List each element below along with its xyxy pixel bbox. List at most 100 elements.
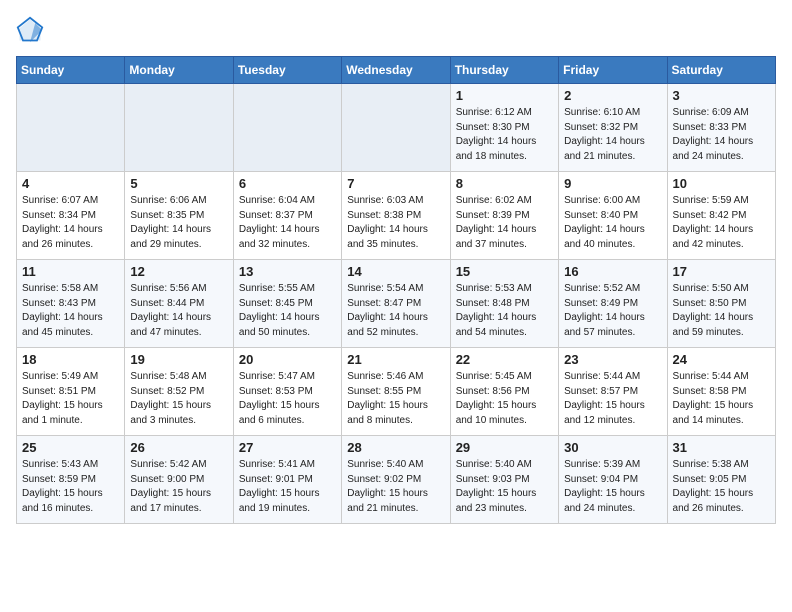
day-number: 26 [130, 440, 227, 455]
day-number: 24 [673, 352, 770, 367]
day-number: 21 [347, 352, 444, 367]
day-of-week-header: Thursday [450, 57, 558, 84]
day-number: 4 [22, 176, 119, 191]
day-detail: Sunrise: 5:54 AM Sunset: 8:47 PM Dayligh… [347, 282, 444, 340]
day-detail: Sunrise: 5:52 AM Sunset: 8:49 PM Dayligh… [564, 282, 661, 340]
day-number: 15 [456, 264, 553, 279]
calendar-cell: 10 Sunrise: 5:59 AM Sunset: 8:42 PM Dayli… [667, 172, 775, 260]
day-number: 23 [564, 352, 661, 367]
day-number: 8 [456, 176, 553, 191]
day-detail: Sunrise: 5:47 AM Sunset: 8:53 PM Dayligh… [239, 370, 336, 428]
day-number: 20 [239, 352, 336, 367]
calendar-cell: 30 Sunrise: 5:39 AM Sunset: 9:04 PM Dayli… [559, 436, 667, 524]
calendar-cell: 21 Sunrise: 5:46 AM Sunset: 8:55 PM Dayli… [342, 348, 450, 436]
day-detail: Sunrise: 6:10 AM Sunset: 8:32 PM Dayligh… [564, 106, 661, 164]
calendar-cell: 31 Sunrise: 5:38 AM Sunset: 9:05 PM Dayli… [667, 436, 775, 524]
day-detail: Sunrise: 5:43 AM Sunset: 8:59 PM Dayligh… [22, 458, 119, 516]
calendar-cell: 3Sunrise: 6:09 AM Sunset: 8:33 PM Daylig… [667, 84, 775, 172]
calendar-cell: 23 Sunrise: 5:44 AM Sunset: 8:57 PM Dayli… [559, 348, 667, 436]
day-detail: Sunrise: 5:49 AM Sunset: 8:51 PM Dayligh… [22, 370, 119, 428]
calendar-cell: 4Sunrise: 6:07 AM Sunset: 8:34 PM Daylig… [17, 172, 125, 260]
day-of-week-header: Saturday [667, 57, 775, 84]
calendar-cell: 28 Sunrise: 5:40 AM Sunset: 9:02 PM Dayli… [342, 436, 450, 524]
day-detail: Sunrise: 6:03 AM Sunset: 8:38 PM Dayligh… [347, 194, 444, 252]
day-of-week-header: Sunday [17, 57, 125, 84]
calendar-cell: 6 Sunrise: 6:04 AM Sunset: 8:37 PM Daylig… [233, 172, 341, 260]
calendar-cell [233, 84, 341, 172]
day-detail: Sunrise: 5:50 AM Sunset: 8:50 PM Dayligh… [673, 282, 770, 340]
day-of-week-header: Wednesday [342, 57, 450, 84]
calendar-cell: 24 Sunrise: 5:44 AM Sunset: 8:58 PM Dayli… [667, 348, 775, 436]
day-number: 19 [130, 352, 227, 367]
day-number: 27 [239, 440, 336, 455]
calendar-cell: 15 Sunrise: 5:53 AM Sunset: 8:48 PM Dayli… [450, 260, 558, 348]
day-number: 9 [564, 176, 661, 191]
day-of-week-header: Tuesday [233, 57, 341, 84]
day-number: 18 [22, 352, 119, 367]
calendar-cell: 20 Sunrise: 5:47 AM Sunset: 8:53 PM Dayli… [233, 348, 341, 436]
calendar-cell: 8 Sunrise: 6:02 AM Sunset: 8:39 PM Daylig… [450, 172, 558, 260]
day-detail: Sunrise: 6:00 AM Sunset: 8:40 PM Dayligh… [564, 194, 661, 252]
day-of-week-header: Friday [559, 57, 667, 84]
calendar-cell [17, 84, 125, 172]
day-detail: Sunrise: 5:55 AM Sunset: 8:45 PM Dayligh… [239, 282, 336, 340]
day-number: 16 [564, 264, 661, 279]
day-detail: Sunrise: 5:44 AM Sunset: 8:58 PM Dayligh… [673, 370, 770, 428]
day-number: 28 [347, 440, 444, 455]
calendar-cell: 9 Sunrise: 6:00 AM Sunset: 8:40 PM Daylig… [559, 172, 667, 260]
calendar-cell: 5 Sunrise: 6:06 AM Sunset: 8:35 PM Daylig… [125, 172, 233, 260]
day-detail: Sunrise: 5:44 AM Sunset: 8:57 PM Dayligh… [564, 370, 661, 428]
day-number: 22 [456, 352, 553, 367]
calendar-cell: 11 Sunrise: 5:58 AM Sunset: 8:43 PM Dayli… [17, 260, 125, 348]
calendar-cell [125, 84, 233, 172]
page-header [16, 16, 776, 44]
calendar-cell: 13Sunrise: 5:55 AM Sunset: 8:45 PM Dayli… [233, 260, 341, 348]
calendar-cell: 16 Sunrise: 5:52 AM Sunset: 8:49 PM Dayli… [559, 260, 667, 348]
calendar-cell: 25 Sunrise: 5:43 AM Sunset: 8:59 PM Dayli… [17, 436, 125, 524]
day-number: 31 [673, 440, 770, 455]
day-detail: Sunrise: 5:40 AM Sunset: 9:03 PM Dayligh… [456, 458, 553, 516]
day-detail: Sunrise: 5:58 AM Sunset: 8:43 PM Dayligh… [22, 282, 119, 340]
day-number: 12 [130, 264, 227, 279]
day-number: 7 [347, 176, 444, 191]
calendar-cell: 14 Sunrise: 5:54 AM Sunset: 8:47 PM Dayli… [342, 260, 450, 348]
calendar-cell: 1 Sunrise: 6:12 AM Sunset: 8:30 PM Daylig… [450, 84, 558, 172]
calendar-cell: 26 Sunrise: 5:42 AM Sunset: 9:00 PM Dayli… [125, 436, 233, 524]
day-detail: Sunrise: 6:04 AM Sunset: 8:37 PM Dayligh… [239, 194, 336, 252]
calendar-cell: 29 Sunrise: 5:40 AM Sunset: 9:03 PM Dayli… [450, 436, 558, 524]
day-number: 10 [673, 176, 770, 191]
day-detail: Sunrise: 5:45 AM Sunset: 8:56 PM Dayligh… [456, 370, 553, 428]
day-detail: Sunrise: 5:59 AM Sunset: 8:42 PM Dayligh… [673, 194, 770, 252]
day-detail: Sunrise: 6:06 AM Sunset: 8:35 PM Dayligh… [130, 194, 227, 252]
day-detail: Sunrise: 5:40 AM Sunset: 9:02 PM Dayligh… [347, 458, 444, 516]
day-number: 25 [22, 440, 119, 455]
day-detail: Sunrise: 5:42 AM Sunset: 9:00 PM Dayligh… [130, 458, 227, 516]
calendar-cell: 19 Sunrise: 5:48 AM Sunset: 8:52 PM Dayli… [125, 348, 233, 436]
day-number: 14 [347, 264, 444, 279]
calendar-cell: 22 Sunrise: 5:45 AM Sunset: 8:56 PM Dayli… [450, 348, 558, 436]
calendar-cell: 27Sunrise: 5:41 AM Sunset: 9:01 PM Dayli… [233, 436, 341, 524]
calendar-cell: 18 Sunrise: 5:49 AM Sunset: 8:51 PM Dayli… [17, 348, 125, 436]
day-detail: Sunrise: 6:02 AM Sunset: 8:39 PM Dayligh… [456, 194, 553, 252]
day-detail: Sunrise: 5:38 AM Sunset: 9:05 PM Dayligh… [673, 458, 770, 516]
day-detail: Sunrise: 6:12 AM Sunset: 8:30 PM Dayligh… [456, 106, 553, 164]
day-detail: Sunrise: 5:53 AM Sunset: 8:48 PM Dayligh… [456, 282, 553, 340]
calendar-cell: 12 Sunrise: 5:56 AM Sunset: 8:44 PM Dayli… [125, 260, 233, 348]
logo-icon [16, 16, 44, 44]
day-number: 2 [564, 88, 661, 103]
day-number: 5 [130, 176, 227, 191]
calendar-cell: 7 Sunrise: 6:03 AM Sunset: 8:38 PM Daylig… [342, 172, 450, 260]
day-of-week-header: Monday [125, 57, 233, 84]
day-number: 6 [239, 176, 336, 191]
day-detail: Sunrise: 5:46 AM Sunset: 8:55 PM Dayligh… [347, 370, 444, 428]
day-number: 29 [456, 440, 553, 455]
calendar-cell [342, 84, 450, 172]
day-detail: Sunrise: 5:48 AM Sunset: 8:52 PM Dayligh… [130, 370, 227, 428]
day-detail: Sunrise: 6:09 AM Sunset: 8:33 PM Dayligh… [673, 106, 770, 164]
day-number: 11 [22, 264, 119, 279]
day-number: 1 [456, 88, 553, 103]
day-detail: Sunrise: 5:56 AM Sunset: 8:44 PM Dayligh… [130, 282, 227, 340]
day-detail: Sunrise: 5:39 AM Sunset: 9:04 PM Dayligh… [564, 458, 661, 516]
day-number: 30 [564, 440, 661, 455]
logo [16, 16, 48, 44]
